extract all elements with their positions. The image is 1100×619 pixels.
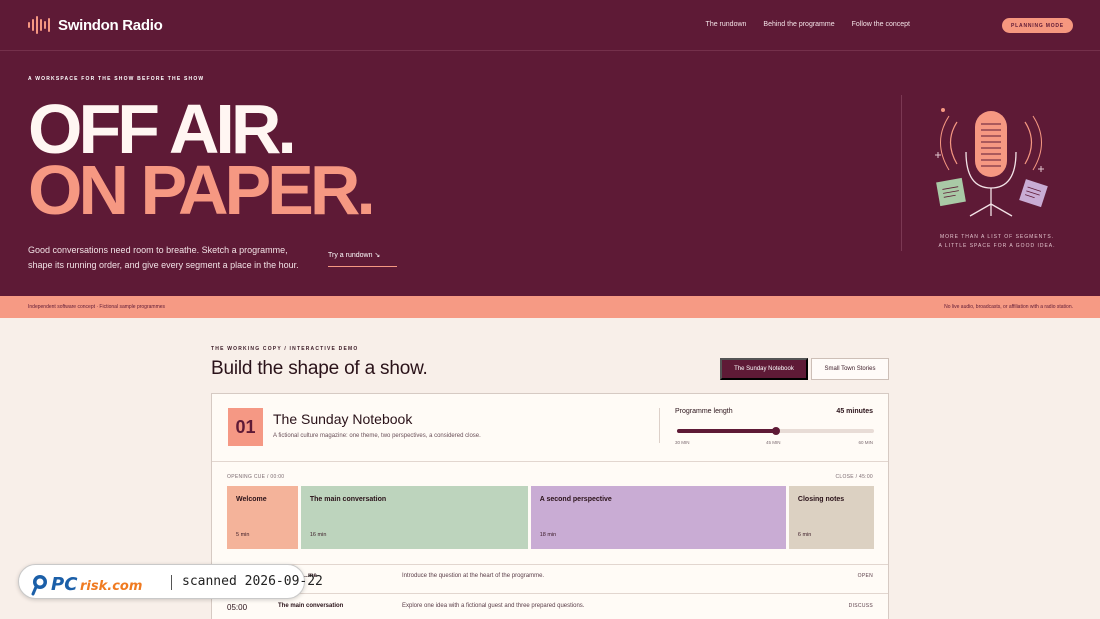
- scale-tick-min: 30 MIN: [675, 440, 690, 445]
- close-cue: CLOSE / 45:00: [835, 474, 873, 480]
- nav-links: The rundown Behind the programme Follow …: [706, 21, 910, 28]
- programme-length-label: Programme length: [675, 408, 733, 415]
- demo-title: Build the shape of a show.: [211, 358, 428, 379]
- row-title: The main conversation: [278, 603, 344, 609]
- soundwave-icon: [28, 15, 50, 35]
- pcrisk-logo-pc: PC: [51, 574, 78, 595]
- headline-line-2: ON PAPER.: [28, 151, 376, 229]
- segment-block-second-perspective[interactable]: A second perspective 18 min: [530, 486, 786, 549]
- top-navbar: Swindon Radio The rundown Behind the pro…: [0, 0, 1100, 51]
- strip-left-text: Independent software concept · Fictional…: [28, 304, 166, 310]
- nav-link-behind-programme[interactable]: Behind the programme: [763, 21, 834, 28]
- brand-name: Swindon Radio: [58, 16, 163, 34]
- scale-tick-mid: 45 MIN: [766, 440, 781, 445]
- card-divider: [659, 408, 660, 443]
- slider-fill: [677, 429, 776, 433]
- row-description: Explore one idea with a fictional guest …: [402, 603, 585, 609]
- pcrisk-logo-icon: PC risk.com: [31, 574, 142, 596]
- segment-block-welcome[interactable]: Welcome 5 min: [227, 486, 298, 549]
- microphone-illustration-icon: [935, 108, 1048, 217]
- nav-link-rundown[interactable]: The rundown: [706, 21, 747, 28]
- planning-mode-button[interactable]: PLANNING MODE: [1002, 18, 1073, 33]
- tab-small-town-stories[interactable]: Small Town Stories: [811, 358, 889, 380]
- row-tag: DISCUSS: [848, 603, 873, 609]
- row-tag: OPEN: [857, 573, 873, 579]
- rundown-row[interactable]: 05:00 The main conversation Explore one …: [212, 603, 888, 619]
- card-section-divider: [212, 461, 888, 462]
- nav-link-follow-concept[interactable]: Follow the concept: [852, 21, 910, 28]
- programme-length-value: 45 minutes: [836, 408, 873, 415]
- watermark-separator: [171, 575, 172, 590]
- caption-line-2: A LITTLE SPACE FOR A GOOD IDEA.: [938, 243, 1056, 249]
- illustration-caption: MORE THAN A LIST OF SEGMENTS. A LITTLE S…: [907, 233, 1087, 251]
- segment-length: 16 min: [309, 532, 327, 538]
- segment-timeline: Welcome 5 min The main conversation 16 m…: [227, 486, 874, 549]
- show-number-badge: 01: [228, 408, 263, 446]
- segment-title: Welcome: [236, 496, 267, 503]
- hero-divider: [901, 95, 902, 251]
- segment-title: A second perspective: [539, 496, 612, 503]
- row-time: 05:00: [227, 603, 248, 612]
- brand-logo[interactable]: Swindon Radio: [28, 15, 163, 35]
- segment-length: 6 min: [797, 532, 812, 538]
- segment-block-main-conversation[interactable]: The main conversation 16 min: [300, 486, 528, 549]
- segment-block-closing-notes[interactable]: Closing notes 6 min: [788, 486, 874, 549]
- hero-lede: Good conversations need room to breathe.…: [28, 245, 299, 270]
- programme-length-slider[interactable]: [677, 425, 874, 437]
- watermark-badge: PC risk.com scanned 2026-09-22: [18, 564, 323, 599]
- show-description: A fictional culture magazine: one theme,…: [273, 433, 481, 439]
- try-rundown-link[interactable]: Try a rundown ↘: [328, 251, 397, 267]
- pcrisk-logo-risk: risk.com: [80, 579, 142, 594]
- opening-cue: OPENING CUE / 00:00: [227, 474, 285, 480]
- segment-length: 18 min: [539, 532, 557, 538]
- show-name: The Sunday Notebook: [273, 411, 413, 427]
- scale-tick-max: 60 MIN: [858, 440, 873, 445]
- rundown-divider: [212, 593, 888, 594]
- hero-eyebrow: A WORKSPACE FOR THE SHOW BEFORE THE SHOW: [28, 76, 205, 82]
- segment-title: Closing notes: [797, 496, 845, 503]
- segment-length: 5 min: [236, 532, 250, 538]
- caption-line-1: MORE THAN A LIST OF SEGMENTS.: [939, 234, 1055, 240]
- rundown-divider: [212, 564, 888, 565]
- hero-section: Swindon Radio The rundown Behind the pro…: [0, 0, 1100, 296]
- segment-title: The main conversation: [309, 496, 387, 503]
- demo-eyebrow: THE WORKING COPY / INTERACTIVE DEMO: [211, 346, 359, 352]
- strip-right-text: No live audio, broadcasts, or affiliatio…: [944, 304, 1073, 310]
- disclaimer-strip: Independent software concept · Fictional…: [0, 296, 1100, 318]
- tab-sunday-notebook[interactable]: The Sunday Notebook: [720, 358, 808, 380]
- watermark-text: scanned 2026-09-22: [182, 574, 323, 589]
- row-description: Introduce the question at the heart of t…: [402, 573, 545, 579]
- slider-thumb[interactable]: [771, 427, 780, 435]
